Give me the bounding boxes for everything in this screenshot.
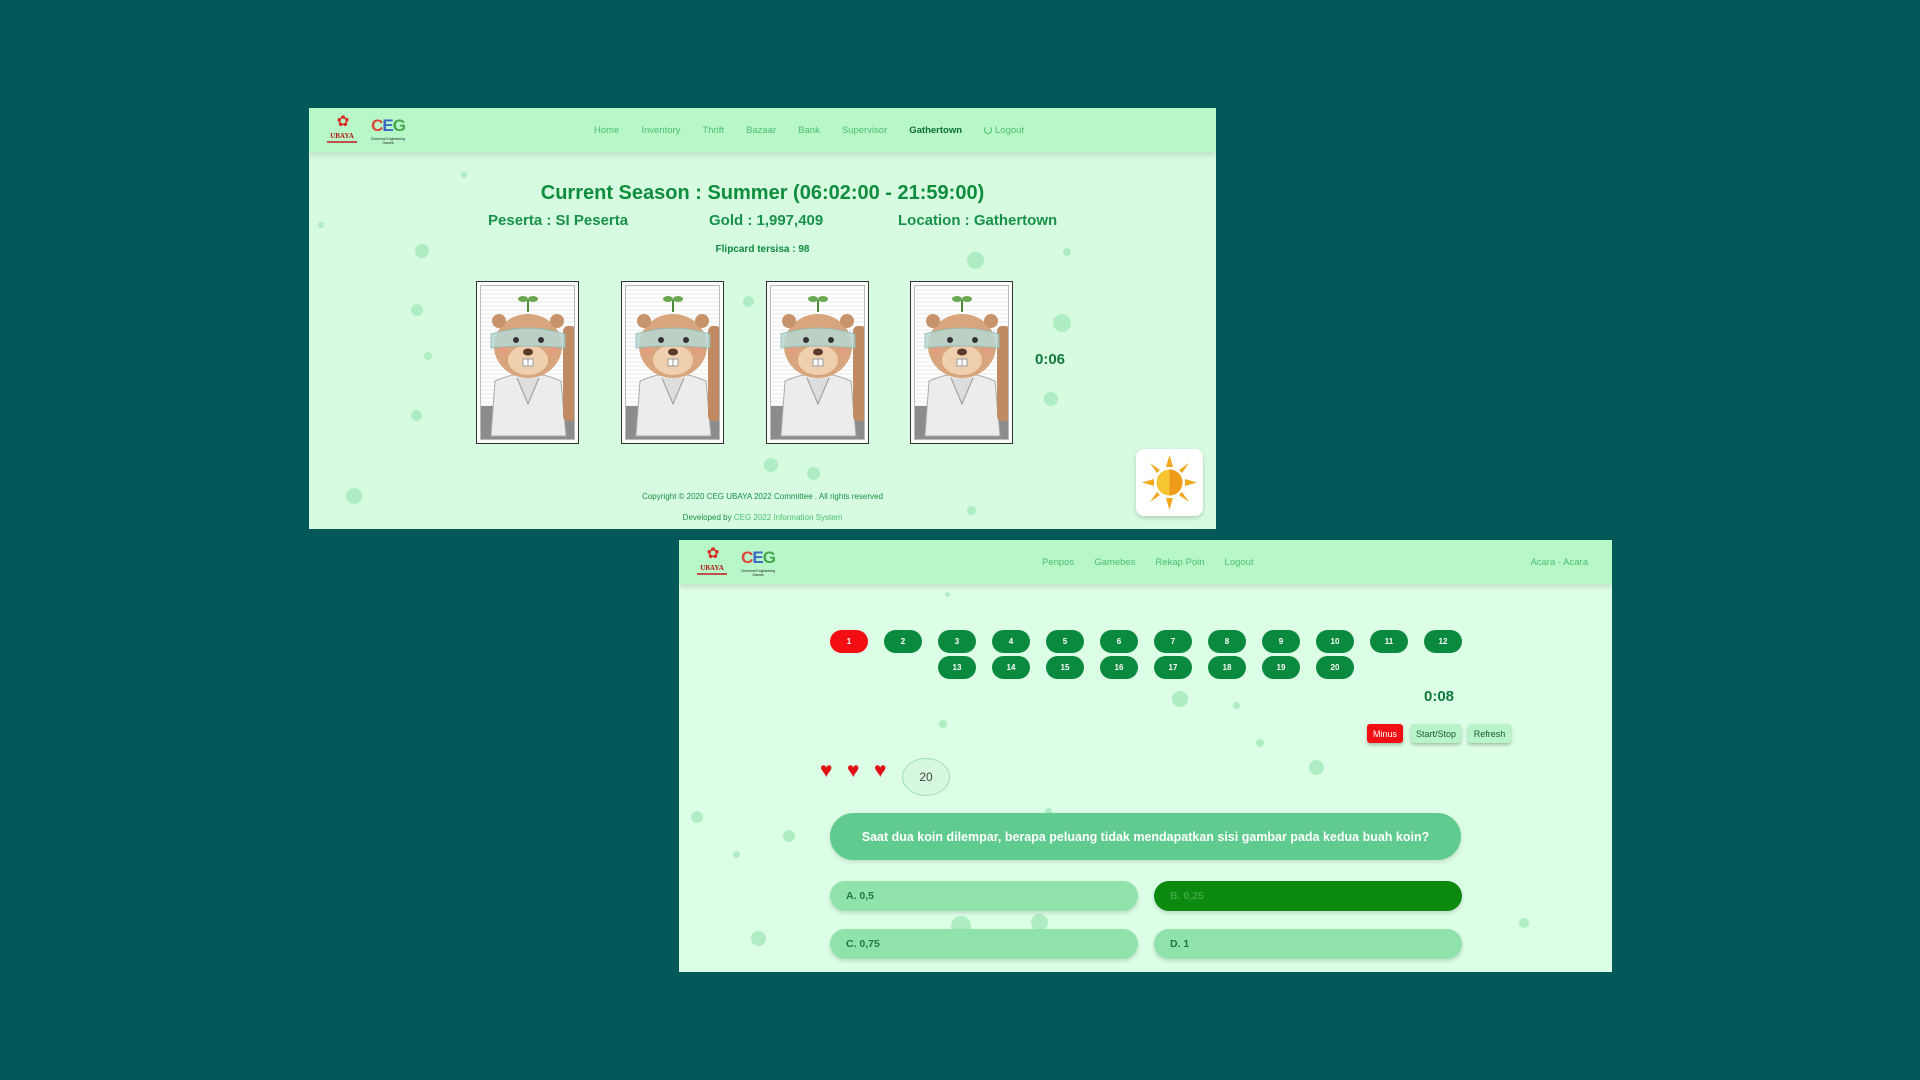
bubble-decoration [743,296,754,307]
bubble-decoration [1309,760,1324,775]
question-button[interactable]: 11 [1370,630,1408,653]
flipcard-remaining: Flipcard tersisa : 98 [715,244,810,255]
question-button[interactable]: 4 [992,630,1030,653]
bubble-decoration [691,811,703,823]
bubble-decoration [733,851,740,858]
gathertown-window: ✿ UBAYA CEG Chemical Engineering Games H… [309,108,1216,529]
bubble-decoration [1044,392,1058,406]
question-button[interactable]: 6 [1100,630,1138,653]
nav-item-logout[interactable]: Logout [984,125,1024,136]
nav-item-rekap-poin[interactable]: Rekap Poin [1155,557,1204,568]
heart-icon: ♥ [874,759,887,782]
bubble-decoration [945,592,950,597]
beaver-scientist-icon [770,285,865,440]
question-button[interactable]: 12 [1424,630,1462,653]
developer-credit: Developed by CEG 2022 Information System [682,513,843,522]
heart-icon: ♥ [820,759,833,782]
nav-item-penpos[interactable]: Penpos [1042,557,1074,568]
bubble-decoration [1519,918,1529,928]
bubble-decoration [411,304,423,316]
gold-label: Gold : 1,997,409 [709,212,824,229]
quiz-window: ✿ UBAYA CEG Chemical Engineering Games P… [679,540,1612,972]
peserta-label: Peserta : SI Peserta [488,212,629,229]
top-navbar: ✿ UBAYA CEG Chemical Engineering Games H… [309,108,1216,152]
minus-button[interactable]: Minus [1367,724,1403,743]
ceg-logo[interactable]: CEG Chemical Engineering Games [737,548,779,578]
flower-icon: ✿ [336,113,350,130]
nav-item-inventory[interactable]: Inventory [641,125,680,136]
question-button[interactable]: 7 [1154,630,1192,653]
flip-card[interactable] [621,281,724,444]
bubble-decoration [424,352,432,360]
answer-option-d[interactable]: D. 1 [1154,929,1462,959]
nav-menu: Penpos Gamebes Rekap Poin Logout [1042,540,1274,584]
nav-item-thrift[interactable]: Thrift [702,125,724,136]
answer-option-a[interactable]: A. 0,5 [830,881,1138,911]
season-title: Current Season : Summer (06:02:00 - 21:5… [540,182,985,204]
nav-item-gathertown[interactable]: Gathertown [909,125,962,136]
question-button[interactable]: 2 [884,630,922,653]
ubaya-logo[interactable]: ✿ UBAYA [327,113,357,147]
score-badge: 20 [902,758,950,796]
bubble-decoration [1233,702,1240,709]
start-stop-button[interactable]: Start/Stop [1411,724,1461,743]
nav-item-gamebes[interactable]: Gamebes [1094,557,1135,568]
nav-item-logout[interactable]: Logout [1225,557,1254,568]
nav-item-home[interactable]: Home [594,125,619,136]
flower-icon: ✿ [706,545,720,562]
flip-card[interactable] [766,281,869,444]
question-button[interactable]: 20 [1316,656,1354,679]
bubble-decoration [807,467,820,480]
question-button[interactable]: 3 [938,630,976,653]
bubble-decoration [783,830,795,842]
bubble-decoration [461,172,467,178]
question-button[interactable]: 13 [938,656,976,679]
beaver-scientist-icon [625,285,720,440]
question-button[interactable]: 9 [1262,630,1300,653]
location-label: Location : Gathertown [898,212,1058,229]
power-icon [984,125,993,134]
ceg-logo[interactable]: CEG Chemical Engineering Games [367,116,409,146]
sun-icon [1142,455,1197,510]
bubble-decoration [411,410,422,421]
question-button[interactable]: 17 [1154,656,1192,679]
bubble-decoration [939,720,947,728]
bubble-decoration [1053,314,1071,332]
nav-item-supervisor[interactable]: Supervisor [842,125,887,136]
question-button[interactable]: 18 [1208,656,1246,679]
developer-link[interactable]: CEG 2022 Information System [734,513,843,522]
beaver-scientist-icon [914,285,1009,440]
question-text: Saat dua koin dilempar, berapa peluang t… [830,813,1461,860]
question-button[interactable]: 5 [1046,630,1084,653]
beaver-scientist-icon [480,285,575,440]
nav-menu: Home Inventory Thrift Bazaar Bank Superv… [594,108,1046,152]
bubble-decoration [764,458,778,472]
flip-card[interactable] [910,281,1013,444]
nav-item-bazaar[interactable]: Bazaar [746,125,776,136]
bubble-decoration [751,931,766,946]
answer-option-c[interactable]: C. 0,75 [830,929,1138,959]
bubble-decoration [318,222,324,228]
question-button[interactable]: 8 [1208,630,1246,653]
bubble-decoration [1172,691,1188,707]
question-button[interactable]: 15 [1046,656,1084,679]
quiz-timer: 0:08 [1424,688,1455,705]
nav-item-bank[interactable]: Bank [798,125,820,136]
ubaya-logo[interactable]: ✿ UBAYA [697,545,727,579]
flip-card[interactable] [476,281,579,444]
question-button[interactable]: 16 [1100,656,1138,679]
acara-dropdown[interactable]: Acara - Acara [1530,540,1588,584]
bubble-decoration [1256,739,1264,747]
copyright-text: Copyright © 2020 CEG UBAYA 2022 Committe… [642,492,883,501]
question-button[interactable]: 1 [830,630,868,653]
flipcard-timer: 0:06 [1035,351,1066,368]
question-button[interactable]: 10 [1316,630,1354,653]
question-button[interactable]: 14 [992,656,1030,679]
refresh-button[interactable]: Refresh [1468,724,1511,743]
question-button[interactable]: 19 [1262,656,1300,679]
season-indicator[interactable] [1136,449,1203,516]
heart-icon: ♥ [847,759,860,782]
top-navbar: ✿ UBAYA CEG Chemical Engineering Games P… [679,540,1612,584]
answer-option-b[interactable]: B. 0,25 [1154,881,1462,911]
